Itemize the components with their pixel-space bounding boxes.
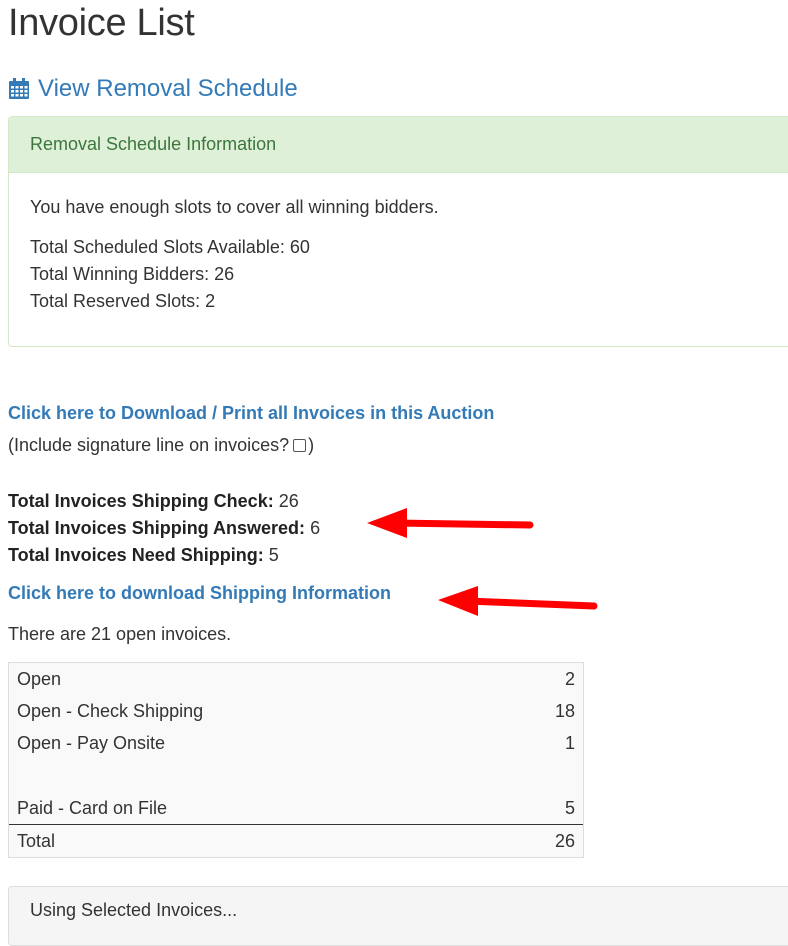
status-label: Open - Check Shipping	[17, 700, 204, 721]
table-row: Paid - Card on File 5	[9, 792, 583, 824]
status-count: 1	[564, 733, 575, 754]
stat-need-shipping: Total Invoices Need Shipping: 5	[8, 545, 279, 565]
table-row: Open - Pay Onsite 1	[9, 728, 583, 760]
removal-schedule-body: You have enough slots to cover all winni…	[9, 173, 788, 315]
status-label: Open	[17, 668, 62, 689]
annotation-arrow-icon	[438, 586, 598, 616]
open-invoices-text: There are 21 open invoices.	[8, 624, 232, 644]
table-total-row: Total 26	[9, 824, 583, 857]
invoice-status-table: Open 2 Open - Check Shipping 18 Open - P…	[8, 662, 584, 859]
selected-invoices-panel[interactable]: Using Selected Invoices...	[8, 886, 788, 946]
status-count: 2	[564, 668, 575, 689]
signature-line-label: (Include signature line on invoices?	[8, 435, 290, 455]
annotation-arrow-icon	[367, 508, 534, 538]
signature-line-checkbox[interactable]	[293, 439, 307, 452]
view-removal-schedule-label: View Removal Schedule	[38, 75, 298, 102]
scheduled-slots-available: Total Scheduled Slots Available: 60	[30, 237, 310, 257]
total-reserved-slots: Total Reserved Slots: 2	[30, 291, 216, 311]
total-label: Total	[17, 830, 56, 851]
table-row: Open - Check Shipping 18	[9, 695, 583, 727]
download-shipping-info-link[interactable]: Click here to download Shipping Informat…	[8, 583, 391, 604]
stat-shipping-check: Total Invoices Shipping Check: 26	[8, 491, 299, 511]
status-count: 18	[554, 700, 575, 721]
slots-message: You have enough slots to cover all winni…	[30, 197, 439, 217]
shipping-stats: Total Invoices Shipping Check: 26 Total …	[8, 488, 320, 569]
removal-schedule-heading: Removal Schedule Information	[9, 117, 788, 173]
download-print-invoices-link[interactable]: Click here to Download / Print all Invoi…	[8, 403, 494, 424]
page-title: Invoice List	[8, 2, 195, 44]
status-label: Paid - Card on File	[17, 797, 168, 818]
table-row	[9, 760, 583, 792]
removal-schedule-panel: Removal Schedule Information You have en…	[8, 116, 788, 347]
table-row: Open 2	[9, 663, 583, 695]
signature-line-option: (Include signature line on invoices? )	[8, 435, 314, 456]
view-removal-schedule-link[interactable]: View Removal Schedule	[8, 75, 298, 103]
total-count: 26	[554, 830, 575, 851]
total-winning-bidders: Total Winning Bidders: 26	[30, 264, 235, 284]
status-label: Open - Pay Onsite	[17, 733, 166, 754]
calendar-icon	[9, 78, 29, 99]
signature-line-close: )	[308, 435, 315, 455]
status-count: 5	[564, 797, 575, 818]
stat-shipping-answered: Total Invoices Shipping Answered: 6	[8, 518, 321, 538]
